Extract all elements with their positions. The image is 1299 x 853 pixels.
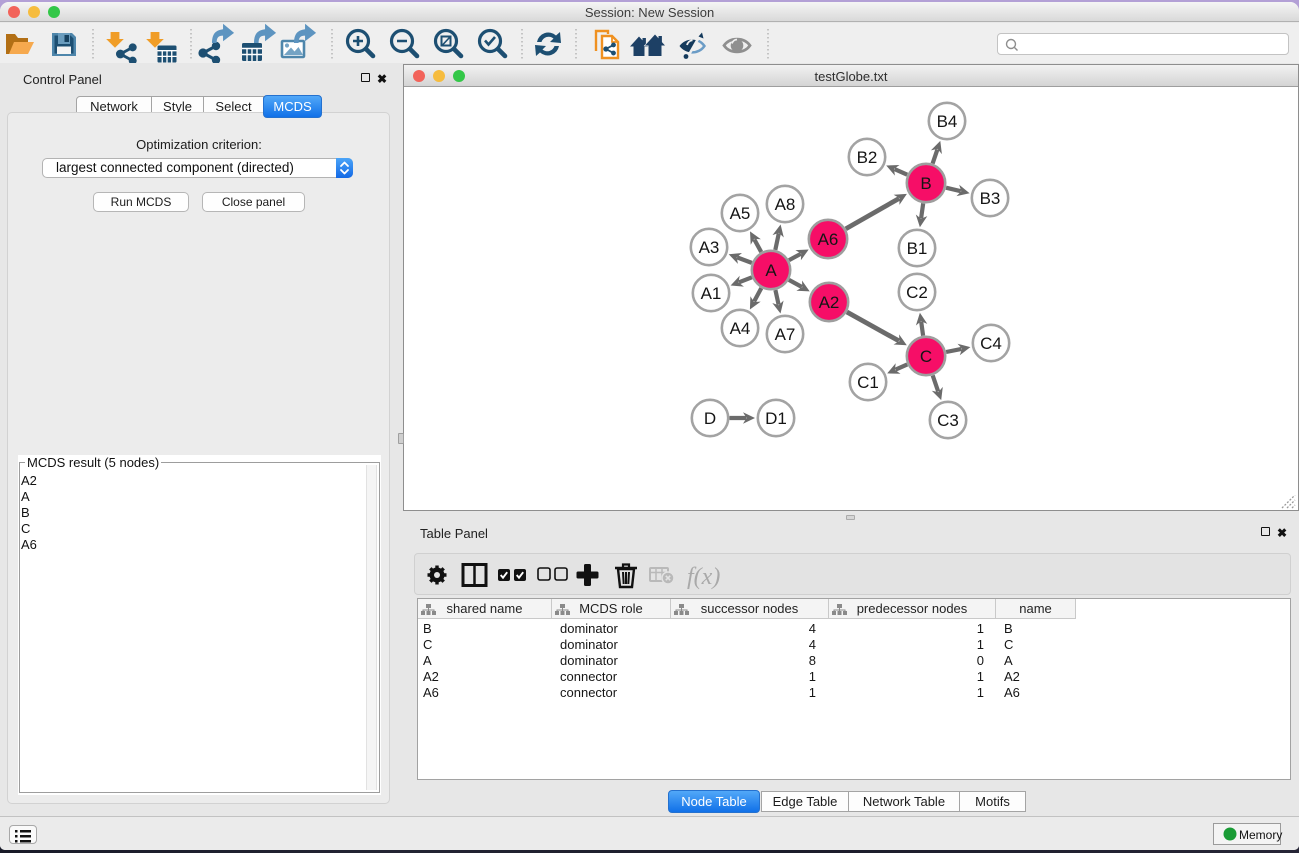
svg-text:B2: B2	[857, 148, 878, 167]
svg-text:B: B	[920, 174, 931, 193]
svg-text:C1: C1	[857, 373, 879, 392]
svg-text:A8: A8	[775, 195, 796, 214]
svg-text:C: C	[920, 347, 932, 366]
svg-text:D: D	[704, 409, 716, 428]
svg-text:B1: B1	[907, 239, 928, 258]
svg-text:A2: A2	[819, 293, 840, 312]
svg-text:D1: D1	[765, 409, 787, 428]
svg-text:A4: A4	[730, 319, 751, 338]
svg-text:A5: A5	[730, 204, 751, 223]
svg-text:C3: C3	[937, 411, 959, 430]
svg-text:B3: B3	[980, 189, 1001, 208]
svg-text:C4: C4	[980, 334, 1002, 353]
svg-text:C2: C2	[906, 283, 928, 302]
svg-text:A6: A6	[818, 230, 839, 249]
svg-text:A1: A1	[701, 284, 722, 303]
svg-text:A: A	[765, 261, 777, 280]
svg-text:f(x): f(x)	[687, 564, 720, 590]
svg-text:A3: A3	[699, 238, 720, 257]
svg-text:B4: B4	[937, 112, 958, 131]
svg-text:A7: A7	[775, 325, 796, 344]
